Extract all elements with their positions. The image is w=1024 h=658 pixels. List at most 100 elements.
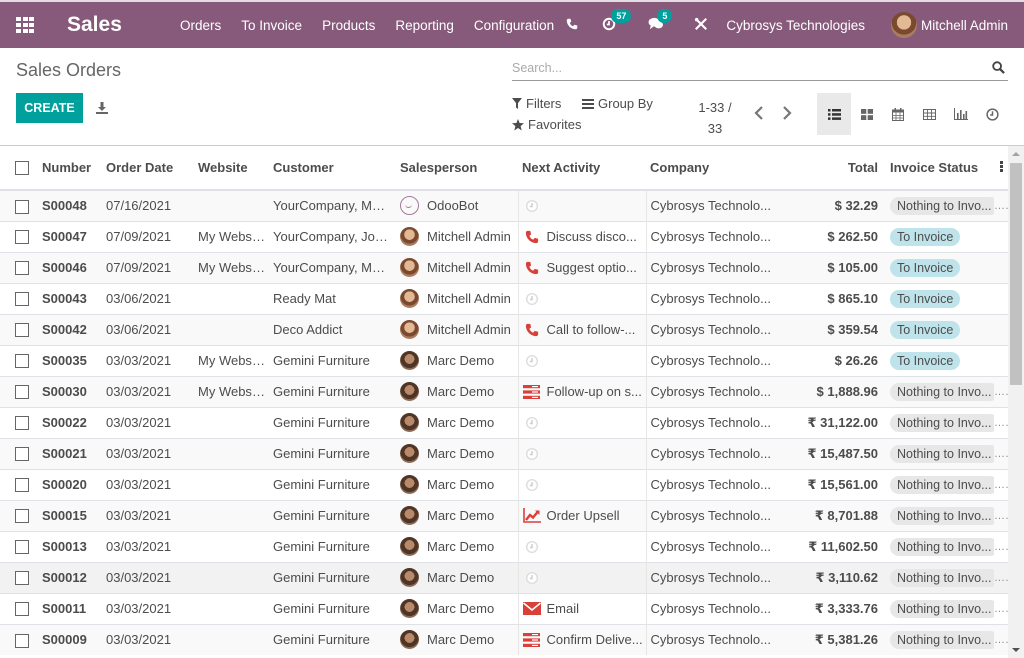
table-row[interactable]: S00020 03/03/2021 Gemini Furniture Marc …	[0, 468, 1008, 500]
table-row[interactable]: S00011 03/03/2021 Gemini Furniture Marc …	[0, 592, 1008, 624]
table-row[interactable]: S00015 03/03/2021 Gemini Furniture Marc …	[0, 499, 1008, 531]
column-header-salesperson[interactable]: Salesperson	[396, 146, 518, 191]
table-row[interactable]: S00030 03/03/2021 My Website Gemini Furn…	[0, 375, 1008, 407]
table-row[interactable]: S00035 03/03/2021 My Website Gemini Furn…	[0, 344, 1008, 376]
row-checkbox[interactable]	[15, 509, 29, 524]
scroll-thumb[interactable]	[1010, 163, 1022, 385]
column-header-order-date[interactable]: Order Date	[102, 146, 194, 191]
row-checkbox[interactable]	[15, 416, 29, 431]
order-number: S00011	[38, 592, 102, 624]
company: Cybrosys Technolo...	[646, 530, 776, 562]
tasks-icon[interactable]	[523, 632, 541, 648]
row-checkbox[interactable]	[15, 230, 29, 245]
activity-clock-icon[interactable]	[523, 570, 541, 586]
menu-products[interactable]: Products	[312, 18, 385, 33]
activity-clock-icon[interactable]	[523, 353, 541, 369]
phone-icon[interactable]	[523, 260, 541, 276]
phone-icon[interactable]	[523, 229, 541, 245]
menu-configuration[interactable]: Configuration	[464, 18, 564, 33]
scroll-up-arrow[interactable]	[1012, 152, 1020, 156]
table-row[interactable]: S00043 03/06/2021 Ready Mat Mitchell Adm…	[0, 282, 1008, 314]
list-view-button[interactable]	[817, 93, 851, 135]
select-all-checkbox[interactable]	[15, 161, 29, 176]
tasks-icon[interactable]	[523, 384, 541, 400]
user-menu[interactable]: Mitchell Admin	[890, 12, 1008, 38]
invoice-status-cell: Nothing to Invo...	[882, 406, 994, 438]
menu-reporting[interactable]: Reporting	[385, 18, 464, 33]
company: Cybrosys Technolo...	[646, 406, 776, 438]
company-switcher[interactable]: Cybrosys Technologies	[726, 18, 865, 33]
invoice-status-badge: Nothing to Invo...	[890, 568, 994, 587]
app-brand[interactable]: Sales	[67, 13, 122, 37]
activity-clock-icon[interactable]	[523, 477, 541, 493]
search-input[interactable]	[512, 57, 982, 79]
upsell-chart-icon[interactable]	[522, 508, 541, 524]
table-row[interactable]: S00048 07/16/2021 YourCompany, Mar... Od…	[0, 189, 1008, 221]
table-row[interactable]: S00013 03/03/2021 Gemini Furniture Marc …	[0, 530, 1008, 562]
kanban-view-button[interactable]	[851, 93, 883, 135]
row-checkbox[interactable]	[15, 199, 29, 214]
activity-clock-icon[interactable]	[523, 291, 541, 307]
activity-clock-icon[interactable]	[523, 198, 541, 214]
table-row[interactable]: S00042 03/06/2021 Deco Addict Mitchell A…	[0, 313, 1008, 345]
vertical-scrollbar[interactable]	[1008, 146, 1024, 658]
email-icon[interactable]	[522, 601, 541, 617]
table-row[interactable]: S00022 03/03/2021 Gemini Furniture Marc …	[0, 406, 1008, 438]
menu-to-invoice[interactable]: To Invoice	[231, 18, 312, 33]
next-activity-cell: Email	[517, 592, 647, 624]
order-date: 03/03/2021	[102, 592, 194, 624]
menu-orders[interactable]: Orders	[170, 18, 231, 33]
invoice-status-cell: To Invoice	[882, 282, 994, 314]
column-header-next-activity[interactable]: Next Activity	[518, 146, 646, 191]
row-checkbox[interactable]	[15, 602, 29, 617]
optional-columns-toggle[interactable]	[994, 146, 1008, 191]
group-by-button[interactable]: Group By	[582, 96, 653, 111]
pager-next-button[interactable]	[782, 106, 794, 120]
table-row[interactable]: S00021 03/03/2021 Gemini Furniture Marc …	[0, 437, 1008, 469]
favorites-button[interactable]: Favorites	[512, 117, 581, 132]
customer: Gemini Furniture	[269, 530, 396, 562]
activity-view-button[interactable]	[977, 93, 1009, 135]
messages-icon[interactable]: 5	[648, 8, 673, 34]
pager-value[interactable]: 1-33 / 33	[690, 97, 740, 139]
row-checkbox[interactable]	[15, 354, 29, 369]
debug-tools-icon[interactable]	[694, 17, 708, 34]
search-icon[interactable]	[992, 61, 1006, 75]
row-checkbox[interactable]	[15, 323, 29, 338]
activity-clock-icon[interactable]	[523, 539, 541, 555]
row-checkbox[interactable]	[15, 292, 29, 307]
download-icon[interactable]	[96, 101, 108, 114]
activity-clock-icon[interactable]	[523, 415, 541, 431]
row-checkbox[interactable]	[15, 478, 29, 493]
column-header-number[interactable]: Number	[38, 146, 102, 191]
pivot-view-button[interactable]	[914, 93, 946, 135]
pager-previous-button[interactable]	[754, 106, 766, 120]
row-checkbox[interactable]	[15, 633, 29, 648]
apps-menu-icon[interactable]	[16, 17, 34, 33]
odoobot-avatar-icon	[400, 196, 419, 216]
row-checkbox[interactable]	[15, 571, 29, 586]
table-row[interactable]: S00009 03/03/2021 Gemini Furniture Marc …	[0, 623, 1008, 655]
row-checkbox[interactable]	[15, 385, 29, 400]
column-header-company[interactable]: Company	[646, 146, 776, 191]
invoice-status-cell: Nothing to Invo...	[882, 375, 994, 407]
table-row[interactable]: S00012 03/03/2021 Gemini Furniture Marc …	[0, 561, 1008, 593]
column-header-invoice-status[interactable]: Invoice Status	[882, 146, 994, 191]
filters-button[interactable]: Filters	[512, 96, 561, 111]
table-row[interactable]: S00046 07/09/2021 My Website YourCompany…	[0, 251, 1008, 283]
graph-view-button[interactable]	[946, 93, 978, 135]
scroll-down-arrow[interactable]	[1012, 648, 1020, 652]
calendar-view-button[interactable]	[883, 93, 915, 135]
row-checkbox[interactable]	[15, 261, 29, 276]
activity-clock-icon[interactable]: 57	[602, 8, 632, 34]
create-button[interactable]: CREATE	[16, 93, 83, 123]
column-header-customer[interactable]: Customer	[269, 146, 396, 191]
row-checkbox[interactable]	[15, 540, 29, 555]
column-header-website[interactable]: Website	[194, 146, 269, 191]
table-row[interactable]: S00047 07/09/2021 My Website YourCompany…	[0, 220, 1008, 252]
activity-clock-icon[interactable]	[523, 446, 541, 462]
column-header-total[interactable]: Total	[776, 146, 882, 191]
phone-icon[interactable]	[523, 322, 541, 338]
phone-icon[interactable]	[566, 17, 578, 33]
row-checkbox[interactable]	[15, 447, 29, 462]
